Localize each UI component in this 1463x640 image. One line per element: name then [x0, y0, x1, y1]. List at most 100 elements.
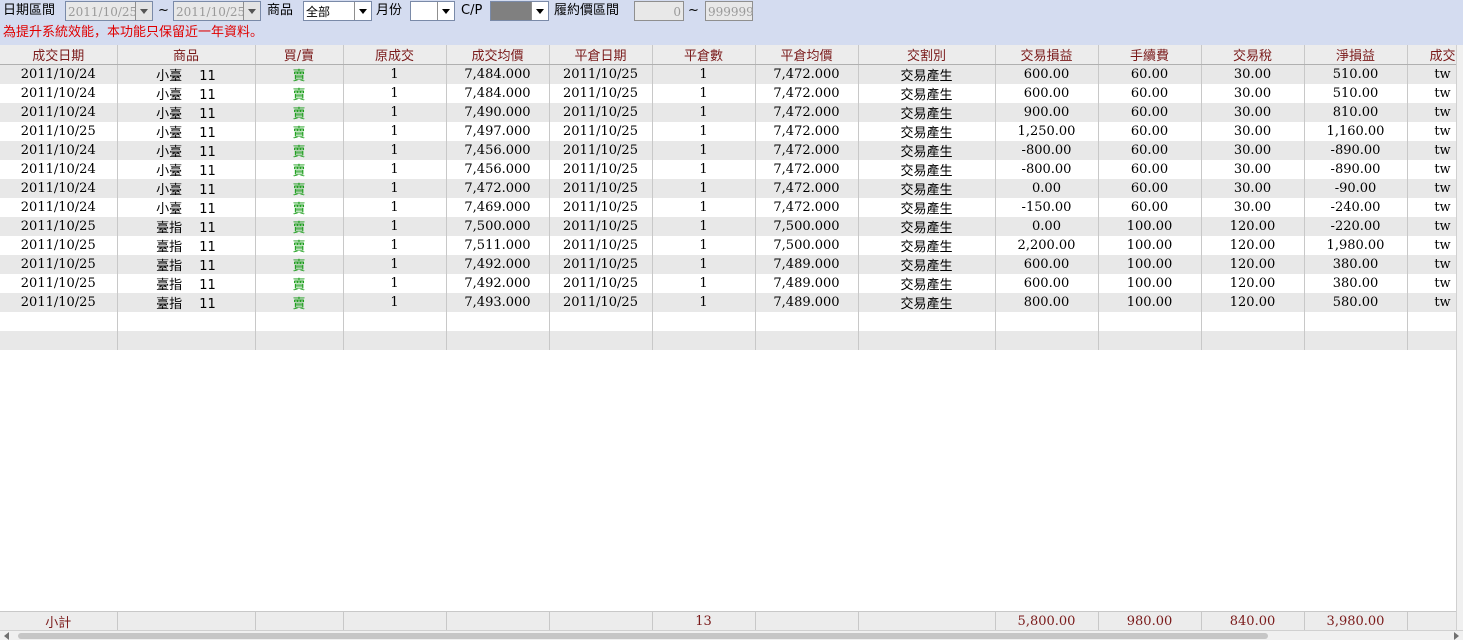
cell-product: 小臺 11	[117, 198, 256, 217]
cell-trade-no: tw	[1407, 198, 1456, 217]
column-header-close-date[interactable]: 平倉日期	[549, 45, 653, 65]
vertical-scrollbar[interactable]	[1456, 45, 1463, 630]
cell-settle-type: 交易產生	[858, 236, 996, 255]
month-label: 月份	[376, 3, 403, 18]
cell-avg-price: 7,492.000	[446, 274, 550, 293]
end-date-select[interactable]: 2011/10/25	[173, 1, 261, 21]
chevron-down-icon[interactable]	[354, 2, 371, 20]
cell-orig-qty: 1	[343, 179, 447, 198]
strike-max-input[interactable]: 999999	[705, 1, 754, 21]
cell-settle-type: 交易產生	[858, 217, 996, 236]
horizontal-scrollbar[interactable]	[0, 630, 1463, 640]
cell-trade-date: 2011/10/25	[0, 217, 118, 236]
chevron-down-icon[interactable]	[243, 2, 260, 20]
cell-avg-price: 7,469.000	[446, 198, 550, 217]
month-select[interactable]	[410, 1, 455, 21]
blank-row[interactable]	[0, 331, 1456, 350]
table-row[interactable]: 2011/10/25 臺指 11 賣 1 7,492.000 2011/10/25 1 7,4…	[0, 274, 1456, 293]
table-row[interactable]: 2011/10/24 小臺 11 賣 1 7,456.000 2011/10/25 1 7,4…	[0, 160, 1456, 179]
cell-net-pnl: -90.00	[1304, 179, 1408, 198]
cell-orig-qty	[343, 331, 447, 350]
cell-fee: 100.00	[1098, 236, 1202, 255]
table-row[interactable]: 2011/10/24 小臺 11 賣 1 7,456.000 2011/10/25 1 7,4…	[0, 141, 1456, 160]
subtotal-row: 小計 13 5,800.00 980.00 840.00 3,980.00	[0, 612, 1456, 630]
column-header-tax[interactable]: 交易稅	[1201, 45, 1305, 65]
cell-buy-sell: 賣	[255, 84, 344, 103]
cell-product: 臺指 11	[117, 274, 256, 293]
scroll-right-icon[interactable]	[1454, 632, 1459, 640]
table-row[interactable]: 2011/10/25 小臺 11 賣 1 7,497.000 2011/10/25 1 7,4…	[0, 122, 1456, 141]
product-select[interactable]: 全部	[303, 1, 372, 21]
column-header-close-qty[interactable]: 平倉數	[652, 45, 756, 65]
column-header-close-avg-price[interactable]: 平倉均價	[755, 45, 859, 65]
cell-orig-qty: 1	[343, 217, 447, 236]
cell-product: 小臺 11	[117, 64, 256, 84]
column-header-trade-date[interactable]: 成交日期	[0, 45, 118, 65]
column-header-trade-no[interactable]: 成交	[1407, 45, 1456, 65]
cell-avg-price: 7,456.000	[446, 160, 550, 179]
cell-close-date: 2011/10/25	[549, 122, 653, 141]
column-header-avg-price[interactable]: 成交均價	[446, 45, 550, 65]
table-row[interactable]: 2011/10/24 小臺 11 賣 1 7,484.000 2011/10/25 1 7,4…	[0, 64, 1456, 84]
table-row[interactable]: 2011/10/25 臺指 11 賣 1 7,493.000 2011/10/25 1 7,4…	[0, 293, 1456, 312]
cell-net-pnl: -220.00	[1304, 217, 1408, 236]
cell-net-pnl: 1,160.00	[1304, 122, 1408, 141]
cell-close-qty	[652, 331, 756, 350]
scroll-thumb[interactable]	[18, 633, 1268, 639]
column-header-orig-qty[interactable]: 原成交	[343, 45, 447, 65]
subtotal-orig-qty	[343, 612, 447, 630]
column-header-net-pnl[interactable]: 淨損益	[1304, 45, 1408, 65]
cell-trade-no: tw	[1407, 141, 1456, 160]
column-header-fee[interactable]: 手續費	[1098, 45, 1202, 65]
cell-close-avg-price: 7,489.000	[755, 293, 859, 312]
scroll-left-icon[interactable]	[4, 632, 9, 640]
cell-avg-price: 7,511.000	[446, 236, 550, 255]
cell-trade-pnl: -150.00	[995, 198, 1099, 217]
cell-avg-price: 7,492.000	[446, 255, 550, 274]
blank-row[interactable]	[0, 312, 1456, 331]
cell-avg-price: 7,472.000	[446, 179, 550, 198]
chevron-down-icon[interactable]	[135, 2, 152, 20]
cell-avg-price: 7,493.000	[446, 293, 550, 312]
date-range-label: 日期區間	[3, 3, 56, 18]
chevron-down-icon[interactable]	[437, 2, 454, 20]
column-header-buy-sell[interactable]: 買/賣	[255, 45, 344, 65]
subtotal-table: 小計 13 5,800.00 980.00 840.00 3,980.00	[0, 612, 1456, 630]
cell-buy-sell: 賣	[255, 255, 344, 274]
table-row[interactable]: 2011/10/24 小臺 11 賣 1 7,472.000 2011/10/25 1 7,4…	[0, 179, 1456, 198]
column-header-product[interactable]: 商品	[117, 45, 256, 65]
subtotal-close-date	[549, 612, 653, 630]
cell-trade-pnl: 0.00	[995, 179, 1099, 198]
cell-settle-type: 交易產生	[858, 160, 996, 179]
cell-tax: 30.00	[1201, 84, 1305, 103]
table-row[interactable]: 2011/10/25 臺指 11 賣 1 7,492.000 2011/10/25 1 7,4…	[0, 255, 1456, 274]
table-row[interactable]: 2011/10/25 臺指 11 賣 1 7,500.000 2011/10/25 1 7,5…	[0, 217, 1456, 236]
start-date-select[interactable]: 2011/10/25	[65, 1, 153, 21]
cell-close-qty	[652, 312, 756, 331]
cell-trade-pnl: 600.00	[995, 64, 1099, 84]
cell-trade-date: 2011/10/24	[0, 84, 118, 103]
cell-close-date: 2011/10/25	[549, 84, 653, 103]
cell-close-qty: 1	[652, 179, 756, 198]
cell-trade-pnl: 600.00	[995, 274, 1099, 293]
chevron-down-icon[interactable]	[531, 2, 548, 20]
cell-fee: 100.00	[1098, 274, 1202, 293]
column-header-settle-type[interactable]: 交割別	[858, 45, 996, 65]
strike-range-label: 履約價區間	[554, 3, 620, 18]
cp-select[interactable]	[490, 1, 549, 21]
cell-net-pnl: -890.00	[1304, 160, 1408, 179]
cell-trade-date: 2011/10/24	[0, 160, 118, 179]
cell-product: 小臺 11	[117, 103, 256, 122]
table-body: 2011/10/24 小臺 11 賣 1 7,484.000 2011/10/25 1 7,4…	[0, 64, 1456, 350]
cell-settle-type	[858, 312, 996, 331]
strike-min-input[interactable]: 0	[634, 1, 684, 21]
column-header-trade-pnl[interactable]: 交易損益	[995, 45, 1099, 65]
cell-avg-price: 7,500.000	[446, 217, 550, 236]
cell-buy-sell: 賣	[255, 179, 344, 198]
cell-close-avg-price: 7,472.000	[755, 160, 859, 179]
table-row[interactable]: 2011/10/24 小臺 11 賣 1 7,469.000 2011/10/25 1 7,4…	[0, 198, 1456, 217]
table-row[interactable]: 2011/10/24 小臺 11 賣 1 7,490.000 2011/10/25 1 7,4…	[0, 103, 1456, 122]
table-row[interactable]: 2011/10/25 臺指 11 賣 1 7,511.000 2011/10/25 1 7,5…	[0, 236, 1456, 255]
subtotal-trade-pnl: 5,800.00	[995, 612, 1099, 630]
table-row[interactable]: 2011/10/24 小臺 11 賣 1 7,484.000 2011/10/25 1 7,4…	[0, 84, 1456, 103]
